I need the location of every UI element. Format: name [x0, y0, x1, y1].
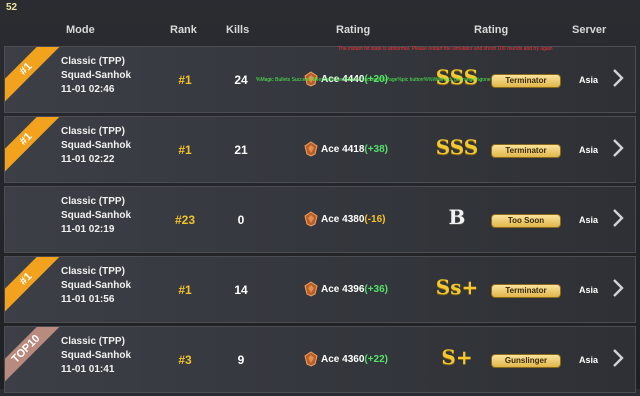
ribbon-label: #1 [5, 257, 64, 317]
ace-tier-icon [304, 281, 318, 297]
placement-ribbon: #1 [5, 117, 65, 177]
map-name: Squad-Sanhok [61, 280, 132, 291]
match-count: 52 [6, 2, 18, 13]
grade-letter: B [448, 205, 466, 229]
rating-value: Ace 4396(+36) [321, 284, 388, 295]
match-mode: Classic (TPP) Squad-Sanhok 11-01 02:22 [61, 125, 131, 167]
status-overlay-text: %Magic Bullets Success%Restart%ZeroRecoi… [256, 77, 491, 83]
chevron-right-icon[interactable] [609, 137, 627, 159]
match-kills: 0 [237, 213, 245, 227]
match-row[interactable]: #1 Classic (TPP) Squad-Sanhok 11-01 01:5… [4, 256, 636, 323]
match-row[interactable]: TOP10 Classic (TPP) Squad-Sanhok 11-01 0… [4, 326, 636, 393]
grade-letter: Ss+ [435, 275, 479, 299]
title-badge: Terminator [491, 144, 561, 158]
header-grade: Rating [474, 24, 509, 36]
match-mode: Classic (TPP) Squad-Sanhok 11-01 02:19 [61, 195, 131, 237]
title-badge: Too Soon [491, 214, 561, 228]
match-kills: 21 [234, 143, 248, 157]
match-time: 11-01 01:41 [61, 364, 115, 375]
chevron-right-icon[interactable] [609, 207, 627, 229]
ribbon-label: TOP10 [5, 327, 64, 387]
match-rank: #1 [178, 73, 192, 87]
chevron-right-icon[interactable] [609, 67, 627, 89]
rating-points: 4360 [342, 354, 365, 365]
title-badge: Terminator [491, 284, 561, 298]
rating-delta: (-16) [364, 214, 386, 225]
match-kills: 9 [237, 353, 245, 367]
match-kills: 14 [234, 283, 248, 297]
header-kills: Kills [226, 24, 250, 36]
match-mode: Classic (TPP) Squad-Sanhok 11-01 02:46 [61, 55, 131, 97]
server-name: Asia [579, 285, 599, 295]
match-rank: #1 [178, 143, 192, 157]
warning-overlay-text: The instant hit state is abnormal. Pleas… [338, 46, 553, 52]
match-rank: #23 [174, 213, 196, 227]
header-rating: Rating [336, 24, 371, 36]
header-rank: Rank [170, 24, 197, 36]
rating-points: 4418 [342, 144, 365, 155]
grade-letter: SSS [435, 135, 479, 159]
rating-value: Ace 4380(-16) [321, 214, 386, 225]
placement-ribbon: #1 [5, 257, 65, 317]
rating-value: Ace 4418(+38) [321, 144, 388, 155]
match-row[interactable]: #1 Classic (TPP) Squad-Sanhok 11-01 02:2… [4, 116, 636, 183]
tier-name: Ace [321, 214, 340, 225]
header-server: Server [572, 24, 607, 36]
server-name: Asia [579, 355, 599, 365]
mode-name: Classic (TPP) [61, 126, 125, 137]
match-mode: Classic (TPP) Squad-Sanhok 11-01 01:41 [61, 335, 131, 377]
rating-value: Ace 4360(+22) [321, 354, 388, 365]
chevron-right-icon[interactable] [609, 347, 627, 369]
map-name: Squad-Sanhok [61, 210, 132, 221]
ace-tier-icon [304, 211, 318, 227]
mode-name: Classic (TPP) [61, 196, 125, 207]
title-badge: Gunslinger [491, 354, 561, 368]
match-rank: #1 [178, 283, 192, 297]
match-time: 11-01 01:56 [61, 294, 115, 305]
match-time: 11-01 02:46 [61, 84, 115, 95]
rating-delta: (+38) [364, 144, 389, 155]
rating-delta: (+36) [364, 284, 389, 295]
match-time: 11-01 02:19 [61, 224, 115, 235]
rating-delta: (+22) [364, 354, 389, 365]
map-name: Squad-Sanhok [61, 140, 132, 151]
mode-name: Classic (TPP) [61, 336, 125, 347]
match-kills: 24 [234, 73, 248, 87]
map-name: Squad-Sanhok [61, 70, 132, 81]
placement-ribbon: #1 [5, 47, 65, 107]
map-name: Squad-Sanhok [61, 350, 132, 361]
ace-tier-icon [304, 141, 318, 157]
match-mode: Classic (TPP) Squad-Sanhok 11-01 01:56 [61, 265, 131, 307]
ribbon-label: #1 [5, 47, 64, 107]
match-list: #1 Classic (TPP) Squad-Sanhok 11-01 02:4… [4, 46, 636, 396]
title-badge: Terminator [491, 74, 561, 88]
table-header: Mode Rank Kills Rating Rating Server [0, 18, 640, 44]
tier-name: Ace [321, 284, 340, 295]
rating-points: 4396 [342, 284, 365, 295]
match-time: 11-01 02:22 [61, 154, 115, 165]
chevron-right-icon[interactable] [609, 277, 627, 299]
grade-letter: S+ [441, 345, 473, 369]
match-rank: #3 [178, 353, 192, 367]
match-row[interactable]: Classic (TPP) Squad-Sanhok 11-01 02:19 #… [4, 186, 636, 253]
rating-points: 4380 [342, 214, 365, 225]
mode-name: Classic (TPP) [61, 266, 125, 277]
server-name: Asia [579, 75, 599, 85]
header-mode: Mode [66, 24, 95, 36]
tier-name: Ace [321, 354, 340, 365]
server-name: Asia [579, 215, 599, 225]
ribbon-label: #1 [5, 117, 64, 177]
placement-ribbon: TOP10 [5, 327, 65, 387]
mode-name: Classic (TPP) [61, 56, 125, 67]
tier-name: Ace [321, 144, 340, 155]
server-name: Asia [579, 145, 599, 155]
ace-tier-icon [304, 351, 318, 367]
